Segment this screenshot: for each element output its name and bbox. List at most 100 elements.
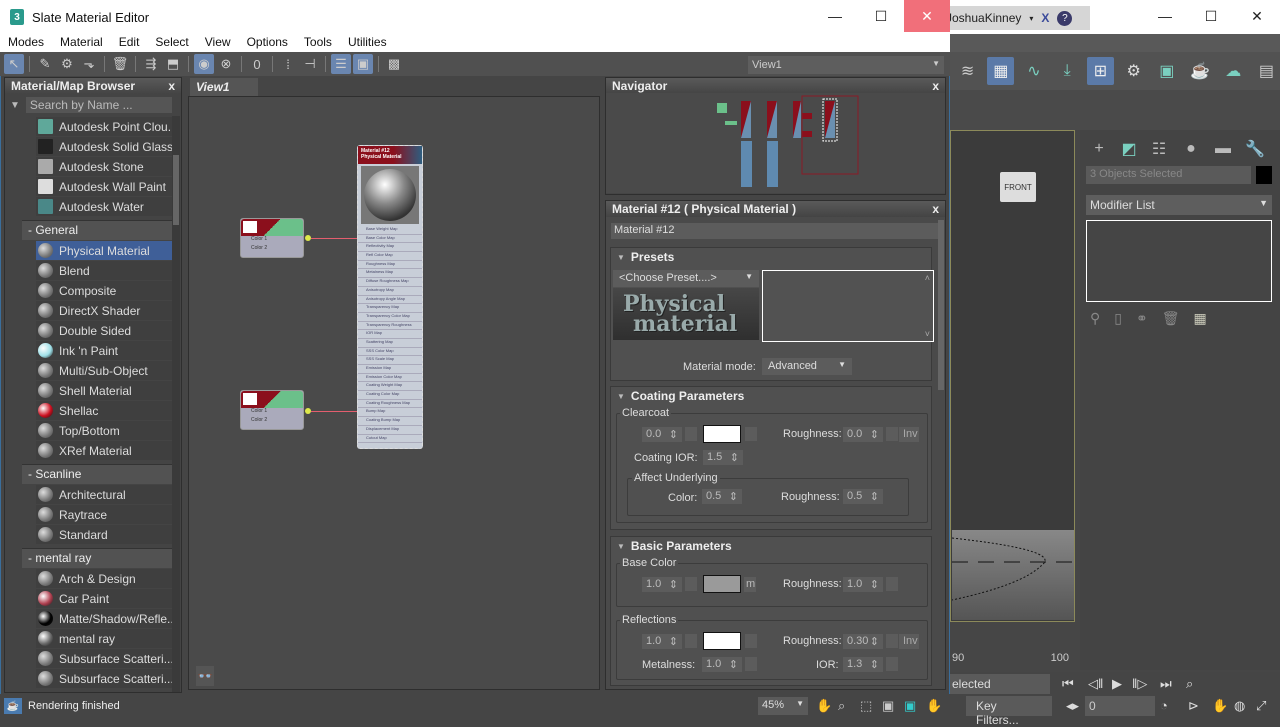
menu-view[interactable]: View: [197, 34, 239, 52]
preset-list[interactable]: ˄ ˅: [762, 270, 934, 342]
search-input[interactable]: Search by Name ...: [25, 97, 172, 113]
browser-group-header[interactable]: - mental ray: [22, 548, 172, 568]
hide-unused-icon[interactable]: ⬒: [163, 54, 183, 74]
browser-item[interactable]: Autodesk Water: [36, 197, 172, 216]
dope-sheet-icon[interactable]: ⤓: [1054, 57, 1081, 85]
map-button[interactable]: [886, 657, 898, 671]
zoom-extents-selected-icon[interactable]: ▣: [904, 698, 916, 714]
menu-modes[interactable]: Modes: [0, 34, 52, 52]
utilities-tab-icon[interactable]: 🔧: [1240, 136, 1270, 162]
pan-icon[interactable]: ✋: [1212, 698, 1228, 714]
base-roughness-spinner[interactable]: 1.0 ⇕: [843, 577, 883, 592]
play-icon[interactable]: ▶: [1112, 676, 1122, 692]
minimize-button[interactable]: —: [812, 0, 858, 32]
browser-item[interactable]: Autodesk Solid Glass: [36, 137, 172, 156]
spinner-arrows-icon[interactable]: ⇕: [870, 635, 879, 648]
browser-item[interactable]: Ink 'n Paint: [36, 341, 172, 360]
render-cloud-icon[interactable]: ☁: [1220, 57, 1247, 85]
close-button[interactable]: ✕: [904, 0, 950, 32]
spinner-arrows-icon[interactable]: ⇕: [729, 490, 738, 503]
browser-item[interactable]: Arch & Design: [36, 569, 172, 588]
close-icon[interactable]: x: [932, 202, 939, 216]
zoom-extents-icon[interactable]: ▣: [882, 698, 894, 714]
map-node[interactable]: Color 1 Color 2: [240, 218, 304, 258]
menu-select[interactable]: Select: [147, 34, 196, 52]
navigator-canvas[interactable]: [606, 93, 945, 193]
browser-item[interactable]: Multi/Sub-Object: [36, 361, 172, 380]
close-icon[interactable]: ✕: [1234, 0, 1280, 32]
base-weight-spinner[interactable]: 1.0 ⇕: [642, 577, 682, 592]
minimize-icon[interactable]: —: [1142, 0, 1188, 32]
browser-item[interactable]: Autodesk Wall Paint: [36, 177, 172, 196]
material-slot[interactable]: Roughness Map: [358, 261, 422, 270]
material-slot[interactable]: Base Weight Map: [358, 226, 422, 235]
material-slot[interactable]: SSS Scale Map: [358, 356, 422, 365]
next-frame-icon[interactable]: ‖▷: [1132, 676, 1147, 692]
select-by-material-icon[interactable]: ▩: [384, 54, 404, 74]
layers-icon[interactable]: ≋: [954, 57, 981, 85]
sme-titlebar[interactable]: 3 Slate Material Editor — ☐ ✕: [0, 0, 950, 34]
delete-modifier-icon[interactable]: 🗑: [1162, 310, 1180, 330]
map-button[interactable]: [745, 427, 757, 441]
menu-tools[interactable]: Tools: [296, 34, 340, 52]
browser-item[interactable]: Autodesk Point Clou...: [36, 117, 172, 136]
hierarchy-tab-icon[interactable]: ☷: [1144, 136, 1174, 162]
browser-item[interactable]: Physical Material: [36, 241, 172, 260]
show-map-icon[interactable]: ⊗: [216, 54, 236, 74]
browser-item[interactable]: Subsurface Scatteri...: [36, 649, 172, 668]
inv-toggle[interactable]: Inv: [899, 634, 919, 649]
browser-item[interactable]: Shellac: [36, 401, 172, 420]
map-button[interactable]: [685, 577, 697, 591]
map-slot[interactable]: Color 1: [241, 236, 303, 245]
rendered-frame-icon[interactable]: ▣: [1153, 57, 1180, 85]
assign-to-selection-icon[interactable]: ⬎: [79, 54, 99, 74]
browser-item[interactable]: Composite: [36, 281, 172, 300]
metalness-spinner[interactable]: 1.0 ⇕: [702, 657, 742, 672]
map-slot[interactable]: Color 2: [241, 417, 303, 426]
view-selector-dropdown[interactable]: View1 ▼: [748, 56, 944, 74]
modify-tab-icon[interactable]: ◩: [1114, 136, 1144, 162]
scroll-down-icon[interactable]: ˅: [925, 329, 930, 339]
browser-item[interactable]: Subsurface Scatteri...: [36, 669, 172, 688]
browser-item[interactable]: DirectX Shader: [36, 301, 172, 320]
spinner-arrows-icon[interactable]: ⇕: [669, 635, 678, 648]
material-slot[interactable]: Coating Roughness Map: [358, 400, 422, 409]
zoom-dropdown[interactable]: 45% ▼: [758, 697, 808, 715]
material-slot[interactable]: Anisotropy Angle Map: [358, 296, 422, 305]
field-of-view-icon[interactable]: ⊳: [1188, 698, 1199, 714]
parameter-editor-icon[interactable]: ▣: [353, 54, 373, 74]
menu-material[interactable]: Material: [52, 34, 111, 52]
create-tab-icon[interactable]: +: [1084, 136, 1114, 162]
map-button[interactable]: [685, 427, 697, 441]
tab-view1[interactable]: View1: [190, 78, 258, 96]
coating-ior-spinner[interactable]: 1.5 ⇕: [703, 450, 743, 465]
spinner-arrows-icon[interactable]: ⇕: [870, 428, 879, 441]
close-icon[interactable]: x: [932, 79, 939, 93]
material-slot[interactable]: Emission Map: [358, 365, 422, 374]
scroll-up-icon[interactable]: ˄: [925, 273, 930, 283]
maximize-viewport-icon[interactable]: ⤢: [1256, 698, 1266, 714]
material-slot[interactable]: IOR Map: [358, 330, 422, 339]
spinner-arrows-icon[interactable]: ⇕: [730, 451, 739, 464]
show-background-icon[interactable]: 0: [247, 54, 267, 74]
exchange-icon[interactable]: X: [1041, 11, 1049, 25]
spinner-arrows-icon[interactable]: ⇕: [669, 428, 678, 441]
spinner-arrows-icon[interactable]: ⇕: [729, 658, 738, 671]
browser-scroll-thumb[interactable]: [173, 155, 179, 225]
viewcube[interactable]: FRONT: [1000, 172, 1036, 202]
browser-item[interactable]: mental ray: [36, 629, 172, 648]
browser-item[interactable]: Autodesk Stone: [36, 157, 172, 176]
ior-spinner[interactable]: 1.3 ⇕: [843, 657, 883, 672]
zoom-icon[interactable]: ⌕: [1186, 676, 1193, 692]
coating-roughness-spinner[interactable]: 0.0 ⇕: [843, 427, 883, 442]
parameter-editor-scrollbar[interactable]: [938, 220, 944, 390]
reflection-roughness-spinner[interactable]: 0.30 ⇕: [843, 634, 883, 649]
map-button[interactable]: [685, 634, 697, 648]
material-node[interactable]: Material #12 Physical Material Base Weigh…: [357, 145, 423, 449]
browser-item[interactable]: Matte/Shadow/Refle...: [36, 609, 172, 628]
layout-all-icon[interactable]: ⁞: [278, 54, 298, 74]
curve-editor-icon[interactable]: ∿: [1020, 57, 1047, 85]
spinner-arrows-icon[interactable]: ⇕: [870, 658, 879, 671]
pan-mode-icon[interactable]: ✋: [926, 698, 942, 714]
map-button[interactable]: [745, 634, 757, 648]
